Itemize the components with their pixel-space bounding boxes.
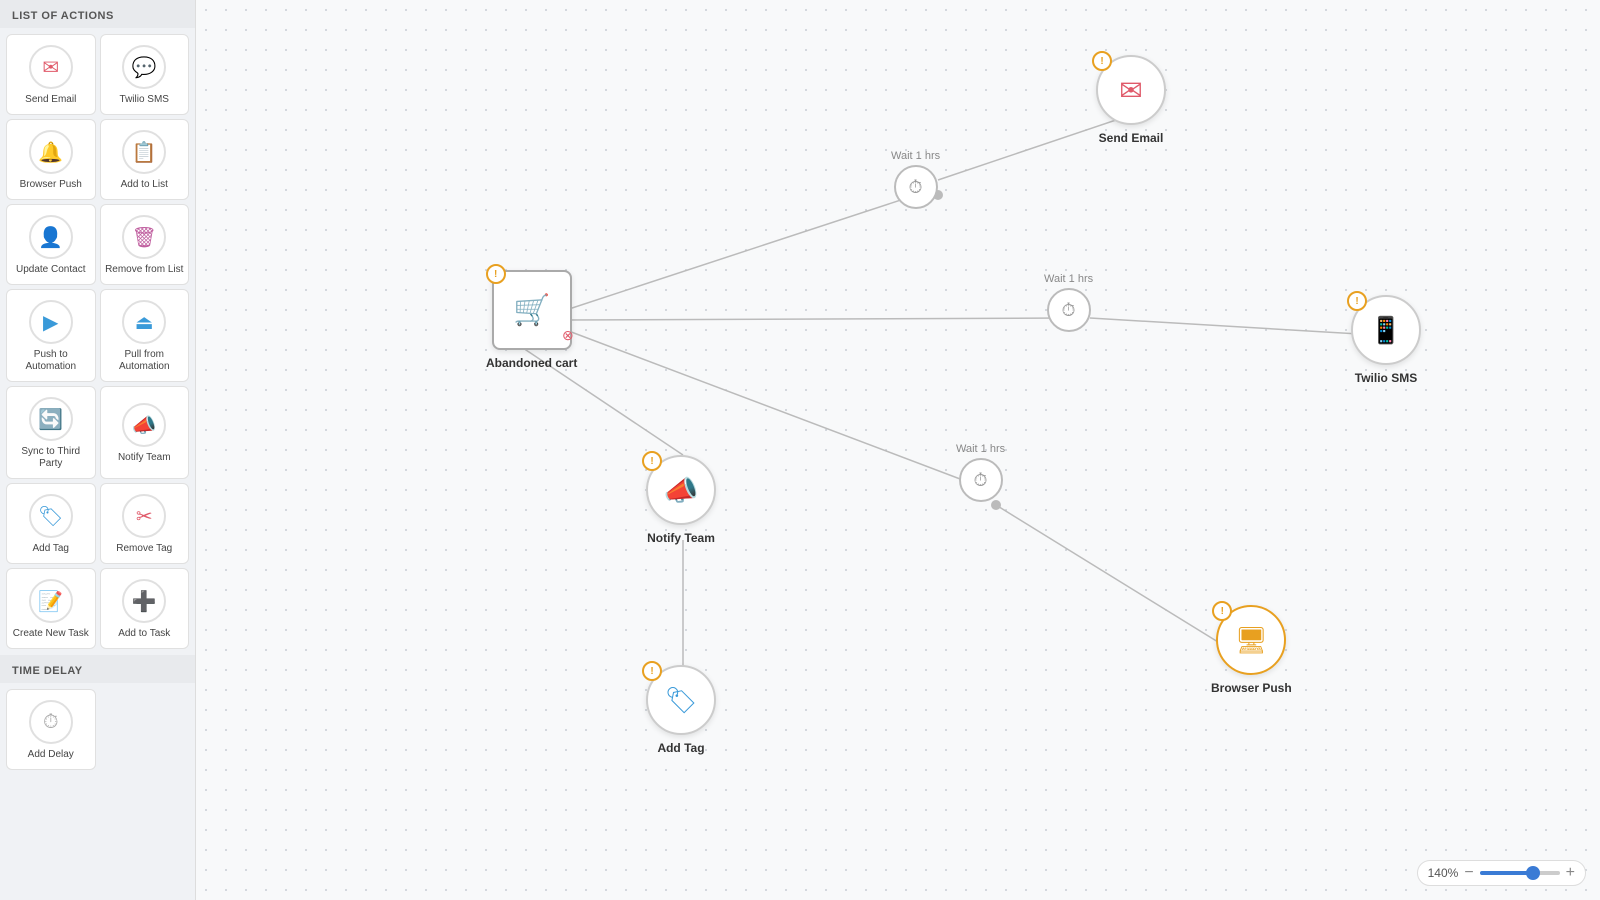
pull-automation-label: Pull from Automation (105, 349, 185, 373)
notify-team-circle: ! 📣 (646, 455, 716, 525)
sidebar: LIST OF ACTIONS ✉ Send Email 💬 Twilio SM… (0, 0, 196, 900)
twilio-sms-node-label: Twilio SMS (1355, 371, 1417, 385)
sidebar-item-twilio-sms[interactable]: 💬 Twilio SMS (100, 34, 190, 115)
send-email-icon: ✉ (29, 45, 73, 89)
warning-icon: ! (642, 661, 662, 681)
warning-icon: ! (642, 451, 662, 471)
add-to-list-label: Add to List (121, 179, 168, 191)
workflow-canvas: ! 🛒 ⊗ Abandoned cart ! ✉ Send Email ! 📱 … (196, 0, 1600, 900)
send-email-circle: ! ✉ (1096, 55, 1166, 125)
add-delay-icon: ⏱ (29, 700, 73, 744)
sidebar-item-notify-team[interactable]: 📣 Notify Team (100, 386, 190, 479)
sidebar-item-add-delay[interactable]: ⏱ Add Delay (6, 689, 96, 770)
update-contact-icon: 👤 (29, 215, 73, 259)
zoom-bar: 140% − + (1417, 860, 1586, 886)
notify-team-node-label: Notify Team (647, 531, 715, 545)
browser-push-node-label: Browser Push (1211, 681, 1292, 695)
create-task-icon: 📝 (29, 579, 73, 623)
create-task-label: Create New Task (13, 628, 89, 640)
warning-icon: ! (1212, 601, 1232, 621)
zoom-level-label: 140% (1428, 866, 1459, 880)
send-email-label: Send Email (25, 94, 76, 106)
sidebar-item-remove-tag[interactable]: ✂ Remove Tag (100, 483, 190, 564)
wait-node-2: Wait 1 hrs ⏱ (1044, 273, 1093, 332)
abandoned-cart-label: Abandoned cart (486, 356, 577, 370)
sync-third-icon: 🔄 (29, 397, 73, 441)
push-automation-label: Push to Automation (11, 349, 91, 373)
twilio-sms-label: Twilio SMS (120, 94, 169, 106)
sidebar-item-update-contact[interactable]: 👤 Update Contact (6, 204, 96, 285)
sync-third-label: Sync to Third Party (11, 446, 91, 470)
remove-from-list-label: Remove from List (105, 264, 183, 276)
add-task-icon: ➕ (122, 579, 166, 623)
add-delay-label: Add Delay (28, 749, 74, 761)
notify-team-label: Notify Team (118, 452, 171, 464)
delay-grid: ⏱ Add Delay (0, 683, 195, 776)
zoom-slider[interactable] (1480, 871, 1560, 875)
node-browser-push[interactable]: ! 🖥 Browser Push (1211, 605, 1292, 695)
wait-1-circle[interactable]: ⏱ (894, 165, 938, 209)
trigger-box: ! 🛒 ⊗ (492, 270, 572, 350)
wait-3-label: Wait 1 hrs (956, 443, 1005, 455)
time-delay-section-title: TIME DELAY (0, 655, 195, 683)
add-tag-circle: ! 🏷 (646, 665, 716, 735)
actions-section-title: LIST OF ACTIONS (0, 0, 195, 28)
warning-icon: ! (486, 264, 506, 284)
send-email-node-label: Send Email (1099, 131, 1164, 145)
pull-automation-icon: ⏏ (122, 300, 166, 344)
wait-node-1: Wait 1 hrs ⏱ (891, 150, 940, 209)
sidebar-item-add-to-list[interactable]: 📋 Add to List (100, 119, 190, 200)
sidebar-item-add-tag[interactable]: 🏷 Add Tag (6, 483, 96, 564)
add-tag-label: Add Tag (32, 543, 69, 555)
remove-from-list-icon: 🗑 (122, 215, 166, 259)
sidebar-item-create-task[interactable]: 📝 Create New Task (6, 568, 96, 649)
node-notify-team[interactable]: ! 📣 Notify Team (646, 455, 716, 545)
browser-push-circle: ! 🖥 (1216, 605, 1286, 675)
warning-icon: ! (1347, 291, 1367, 311)
wait-node-3: Wait 1 hrs ⏱ (956, 443, 1005, 502)
node-abandoned-cart[interactable]: ! 🛒 ⊗ Abandoned cart (486, 270, 577, 370)
connector-lines (196, 0, 1600, 900)
twilio-sms-circle: ! 📱 (1351, 295, 1421, 365)
add-task-label: Add to Task (118, 628, 170, 640)
sidebar-item-sync-third[interactable]: 🔄 Sync to Third Party (6, 386, 96, 479)
add-tag-icon: 🏷 (29, 494, 73, 538)
sidebar-item-browser-push[interactable]: 🔔 Browser Push (6, 119, 96, 200)
zoom-in-button[interactable]: + (1566, 865, 1575, 881)
notify-team-icon: 📣 (122, 403, 166, 447)
push-automation-icon: ▶ (29, 300, 73, 344)
sidebar-item-add-task[interactable]: ➕ Add to Task (100, 568, 190, 649)
wait-2-circle[interactable]: ⏱ (1047, 288, 1091, 332)
node-add-tag[interactable]: ! 🏷 Add Tag (646, 665, 716, 755)
browser-push-label: Browser Push (20, 179, 82, 191)
sidebar-item-push-automation[interactable]: ▶ Push to Automation (6, 289, 96, 382)
node-send-email[interactable]: ! ✉ Send Email (1096, 55, 1166, 145)
actions-grid: ✉ Send Email 💬 Twilio SMS 🔔 Browser Push… (0, 28, 195, 655)
remove-tag-icon: ✂ (122, 494, 166, 538)
add-tag-node-label: Add Tag (657, 741, 704, 755)
wait-1-label: Wait 1 hrs (891, 150, 940, 162)
browser-push-icon: 🔔 (29, 130, 73, 174)
node-twilio-sms[interactable]: ! 📱 Twilio SMS (1351, 295, 1421, 385)
warning-icon: ! (1092, 51, 1112, 71)
remove-tag-label: Remove Tag (116, 543, 172, 555)
sidebar-item-pull-automation[interactable]: ⏏ Pull from Automation (100, 289, 190, 382)
update-contact-label: Update Contact (16, 264, 86, 276)
sidebar-item-send-email[interactable]: ✉ Send Email (6, 34, 96, 115)
sidebar-item-remove-from-list[interactable]: 🗑 Remove from List (100, 204, 190, 285)
zoom-out-button[interactable]: − (1464, 865, 1473, 881)
wait-2-label: Wait 1 hrs (1044, 273, 1093, 285)
wait-3-circle[interactable]: ⏱ (959, 458, 1003, 502)
twilio-sms-icon: 💬 (122, 45, 166, 89)
add-to-list-icon: 📋 (122, 130, 166, 174)
